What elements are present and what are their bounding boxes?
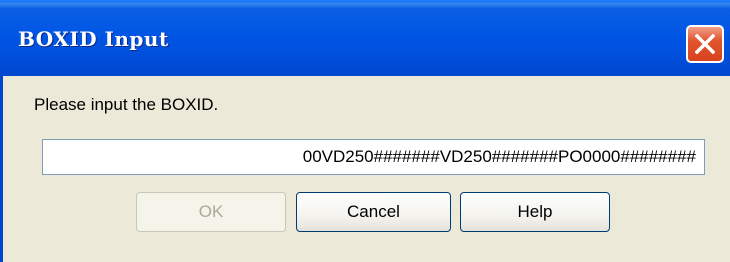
close-button[interactable] (686, 25, 724, 63)
window-title: BOXID Input (18, 27, 169, 51)
title-bar[interactable]: BOXID Input (0, 0, 730, 76)
close-icon (695, 34, 715, 54)
prompt-label: Please input the BOXID. (34, 95, 219, 114)
boxid-input[interactable]: 00VD250#######VD250#######PO0000######## (42, 139, 705, 175)
boxid-input-dialog: BOXID Input Please input the BOXID. 00VD… (0, 0, 730, 262)
help-button[interactable]: Help (460, 192, 610, 232)
cancel-button[interactable]: Cancel (296, 192, 451, 232)
ok-button[interactable]: OK (136, 192, 286, 232)
